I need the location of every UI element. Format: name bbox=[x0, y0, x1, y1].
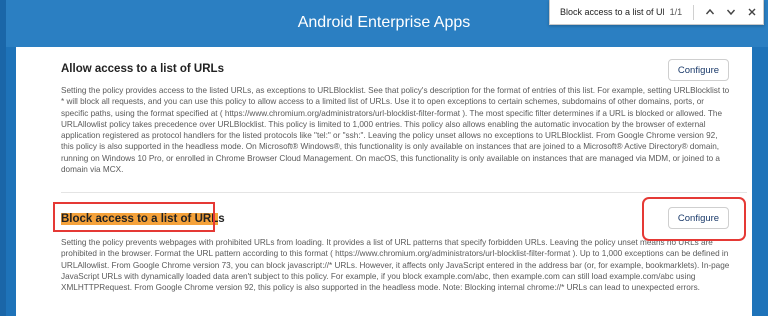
close-icon[interactable] bbox=[742, 2, 763, 22]
annotation-box-configure bbox=[642, 197, 746, 241]
annotation-box-title bbox=[53, 202, 215, 232]
chevron-up-icon[interactable] bbox=[700, 2, 721, 22]
configure-button-allow-urls[interactable]: Configure bbox=[668, 59, 729, 81]
policy-title-allow-urls: Allow access to a list of URLs bbox=[61, 63, 224, 75]
find-bar: Block access to a list of URL 1/1 bbox=[549, 0, 764, 25]
find-match-count: 1/1 bbox=[669, 7, 683, 17]
policy-description-allow-urls: Setting the policy provides access to th… bbox=[61, 86, 730, 175]
policy-divider bbox=[61, 192, 747, 193]
find-separator bbox=[692, 4, 694, 20]
left-edge-panel bbox=[0, 0, 6, 316]
policy-title-suffix: s bbox=[218, 213, 225, 225]
find-query-input[interactable]: Block access to a list of URL bbox=[560, 7, 664, 17]
chevron-down-icon[interactable] bbox=[721, 2, 742, 22]
policy-description-block-urls: Setting the policy prevents webpages wit… bbox=[61, 238, 730, 293]
policy-panel: Allow access to a list of URLs Configure… bbox=[16, 47, 752, 316]
